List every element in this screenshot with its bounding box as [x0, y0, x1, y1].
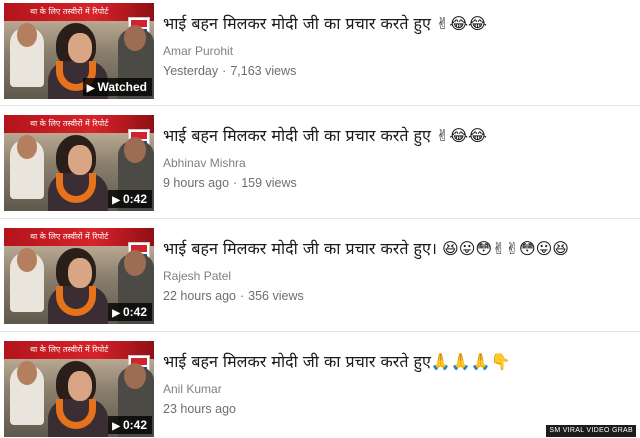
thumbnail-banner-text: था के लिए तस्वीरों में रिपोर्ट — [30, 345, 109, 354]
video-meta: 23 hours ago — [163, 402, 244, 416]
divider — [0, 105, 640, 106]
upload-age: Yesterday — [163, 64, 219, 78]
badge-label: 0:42 — [122, 192, 147, 206]
badge-label: 0:42 — [122, 418, 147, 432]
badge-label: 0:42 — [122, 305, 147, 319]
duration-badge: ▶ 0:42 — [108, 416, 152, 434]
video-title[interactable]: भाई बहन मिलकर मोदी जी का प्रचार करते हुए… — [163, 350, 511, 372]
video-thumbnail[interactable]: था के लिए तस्वीरों में रिपोर्ट ▶ Watched — [4, 3, 154, 99]
channel-name[interactable]: Anil Kumar — [163, 382, 222, 396]
meta-separator: · — [239, 289, 245, 303]
video-thumbnail[interactable]: था के लिए तस्वीरों में रिपोर्ट ▶ 0:42 — [4, 228, 154, 324]
video-meta: 9 hours ago · 159 views — [163, 176, 297, 190]
duration-badge: ▶ 0:42 — [108, 190, 152, 208]
thumbnail-banner-text: था के लिए तस्वीरों में रिपोर्ट — [30, 232, 109, 241]
video-item[interactable]: था के लिए तस्वीरों में रिपोर्ट ▶ 0:42 भाई… — [0, 225, 640, 325]
view-count: 356 views — [248, 289, 304, 303]
upload-age: 22 hours ago — [163, 289, 236, 303]
video-thumbnail[interactable]: था के लिए तस्वीरों में रिपोर्ट ▶ 0:42 — [4, 341, 154, 437]
video-title[interactable]: भाई बहन मिलकर मोदी जी का प्रचार करते हुए… — [163, 124, 487, 146]
video-item[interactable]: था के लिए तस्वीरों में रिपोर्ट ▶ 0:42 भाई… — [0, 112, 640, 212]
upload-age: 9 hours ago — [163, 176, 230, 190]
channel-name[interactable]: Abhinav Mishra — [163, 156, 246, 170]
thumbnail-banner-text: था के लिए तस्वीरों में रिपोर्ट — [30, 119, 109, 128]
image-credit: SM VIRAL VIDEO GRAB — [546, 425, 636, 437]
play-icon: ▶ — [112, 421, 120, 432]
video-title[interactable]: भाई बहन मिलकर मोदी जी का प्रचार करते हुए… — [163, 237, 569, 259]
view-count: 159 views — [241, 176, 297, 190]
badge-label: Watched — [97, 80, 147, 94]
channel-name[interactable]: Amar Purohit — [163, 44, 233, 58]
divider — [0, 331, 640, 332]
channel-name[interactable]: Rajesh Patel — [163, 269, 231, 283]
meta-separator: · — [233, 176, 238, 190]
watched-badge: ▶ Watched — [82, 78, 152, 96]
divider — [0, 218, 640, 219]
video-meta: 22 hours ago · 356 views — [163, 289, 304, 303]
view-count: 7,163 views — [230, 64, 297, 78]
video-item[interactable]: था के लिए तस्वीरों में रिपोर्ट ▶ Watched … — [0, 0, 640, 100]
thumbnail-banner-text: था के लिए तस्वीरों में रिपोर्ट — [30, 7, 109, 16]
video-thumbnail[interactable]: था के लिए तस्वीरों में रिपोर्ट ▶ 0:42 — [4, 115, 154, 211]
play-icon: ▶ — [86, 83, 95, 94]
video-item[interactable]: था के लिए तस्वीरों में रिपोर्ट ▶ 0:42 भाई… — [0, 338, 640, 438]
duration-badge: ▶ 0:42 — [108, 303, 152, 321]
play-icon: ▶ — [112, 308, 120, 319]
play-icon: ▶ — [112, 195, 120, 206]
meta-separator: · — [222, 64, 227, 78]
upload-age: 23 hours ago — [163, 402, 236, 416]
video-meta: Yesterday · 7,163 views — [163, 64, 296, 78]
video-title[interactable]: भाई बहन मिलकर मोदी जी का प्रचार करते हुए… — [163, 12, 487, 34]
